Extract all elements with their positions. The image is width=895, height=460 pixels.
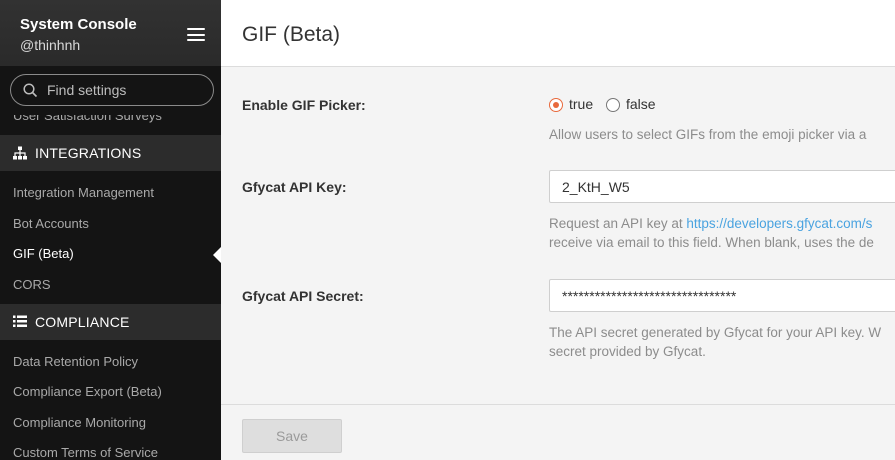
section-label: COMPLIANCE xyxy=(35,314,130,330)
sidebar-header: System Console @thinhnh xyxy=(0,0,221,66)
sidebar-item-bot-accounts[interactable]: Bot Accounts xyxy=(13,216,89,231)
api-secret-help-text-line2: secret provided by Gfycat. xyxy=(549,344,706,359)
sidebar-item-data-retention-policy[interactable]: Data Retention Policy xyxy=(13,354,138,369)
search-box[interactable] xyxy=(10,74,214,106)
radio-circle[interactable] xyxy=(549,98,563,112)
sidebar-item-cors[interactable]: CORS xyxy=(13,277,51,292)
api-secret-help-text: The API secret generated by Gfycat for y… xyxy=(549,325,882,340)
sidebar-username: @thinhnh xyxy=(20,37,81,53)
api-secret-field[interactable] xyxy=(549,279,895,312)
api-secret-label: Gfycat API Secret: xyxy=(242,288,364,304)
sidebar-item-compliance-export[interactable]: Compliance Export (Beta) xyxy=(13,384,162,399)
save-footer: Save xyxy=(221,404,895,460)
api-secret-input[interactable] xyxy=(562,287,882,305)
sidebar-item-custom-terms-of-service[interactable]: Custom Terms of Service xyxy=(13,445,158,460)
api-key-field[interactable] xyxy=(549,170,895,203)
sidebar-item-compliance-monitoring[interactable]: Compliance Monitoring xyxy=(13,415,146,430)
search-container xyxy=(0,66,221,115)
sidebar: System Console @thinhnh User Satisfactio… xyxy=(0,0,221,460)
radio-label: true xyxy=(569,96,594,112)
active-item-indicator xyxy=(213,247,221,263)
api-key-input[interactable] xyxy=(562,178,882,196)
page-title: GIF (Beta) xyxy=(242,23,341,46)
radio-label: false xyxy=(626,96,656,112)
sidebar-title: System Console xyxy=(20,16,137,33)
section-label: INTEGRATIONS xyxy=(35,145,142,161)
sitemap-icon xyxy=(13,146,27,163)
api-key-help-text-line2: receive via email to this field. When bl… xyxy=(549,235,874,250)
api-key-help-text: Request an API key at https://developers… xyxy=(549,214,872,233)
list-icon xyxy=(13,315,27,331)
section-compliance: COMPLIANCE xyxy=(0,304,221,340)
gif-picker-label: Enable GIF Picker: xyxy=(242,97,366,113)
api-key-help-prefix: Request an API key at xyxy=(549,216,687,231)
api-key-label: Gfycat API Key: xyxy=(242,179,347,195)
sidebar-item-gif-beta[interactable]: GIF (Beta) xyxy=(13,246,74,261)
radio-circle[interactable] xyxy=(606,98,620,112)
search-input[interactable] xyxy=(47,80,207,100)
hamburger-menu-icon[interactable] xyxy=(187,28,205,41)
page-header: GIF (Beta) xyxy=(221,0,895,67)
section-integrations: INTEGRATIONS xyxy=(0,135,221,171)
gif-picker-help-text: Allow users to select GIFs from the emoj… xyxy=(549,127,867,142)
save-button[interactable]: Save xyxy=(242,419,342,453)
search-icon xyxy=(23,83,38,103)
sidebar-item-integration-management[interactable]: Integration Management xyxy=(13,185,154,200)
gfycat-developers-link[interactable]: https://developers.gfycat.com/s xyxy=(686,216,872,231)
main-content: GIF (Beta) Enable GIF Picker: true false… xyxy=(221,0,895,460)
